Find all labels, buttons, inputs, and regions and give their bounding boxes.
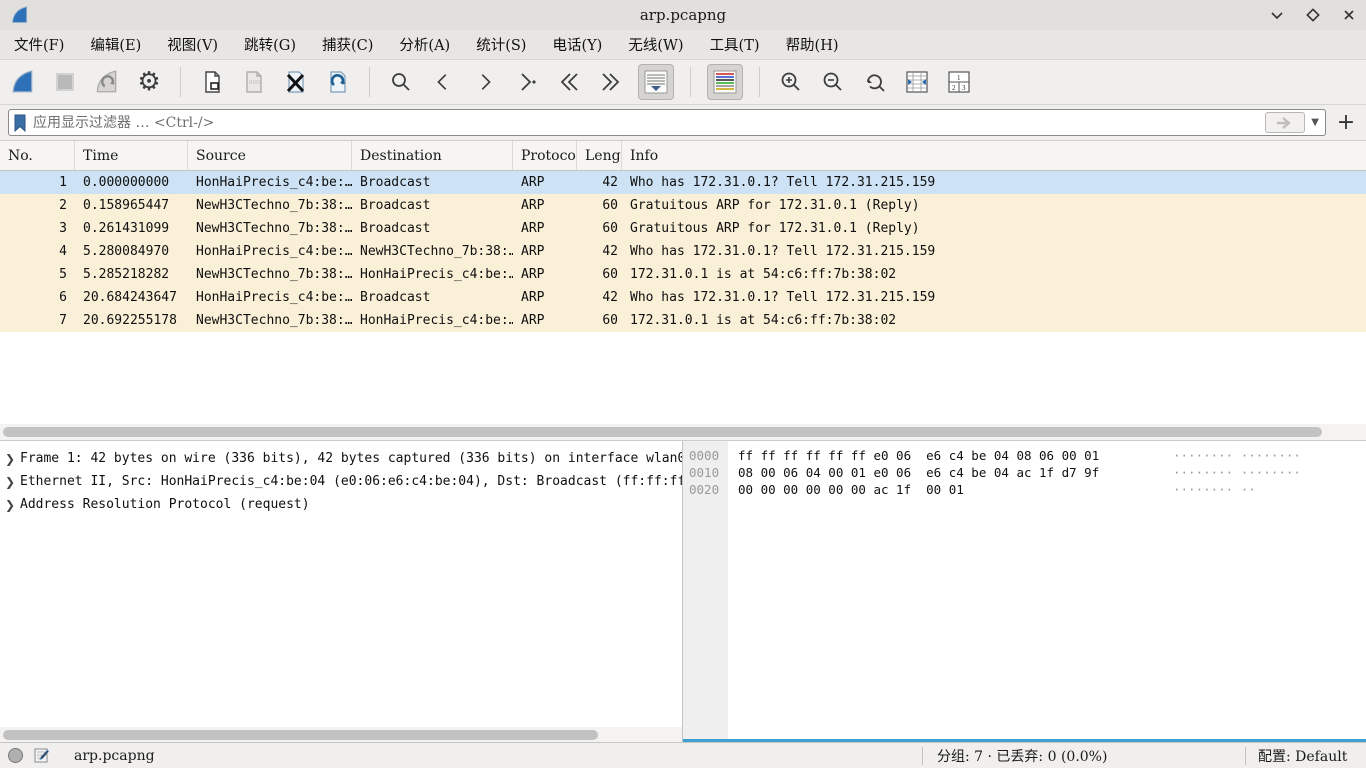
svg-text:0101: 0101 bbox=[249, 80, 261, 86]
column-header-no[interactable]: No. bbox=[0, 141, 75, 170]
title-bar: arp.pcapng bbox=[0, 0, 1366, 30]
expert-info-icon[interactable] bbox=[8, 748, 23, 763]
menu-capture[interactable]: 捕获(C) bbox=[322, 34, 373, 55]
packet-row[interactable]: 3 0.261431099 NewH3CTechno_7b:38:… Broad… bbox=[0, 217, 1366, 240]
resize-columns-icon[interactable] bbox=[902, 67, 932, 97]
window-title: arp.pcapng bbox=[0, 6, 1366, 24]
menu-bar: 文件(F) 编辑(E) 视图(V) 跳转(G) 捕获(C) 分析(A) 统计(S… bbox=[0, 30, 1366, 59]
packet-row[interactable]: 5 5.285218282 NewH3CTechno_7b:38:… HonHa… bbox=[0, 263, 1366, 286]
zoom-reset-icon[interactable] bbox=[860, 67, 890, 97]
hex-row[interactable]: 0020 00 00 00 00 00 00 ac 1f 00 01 ·····… bbox=[683, 481, 1366, 498]
wireshark-window: arp.pcapng 文件(F) 编辑(E) 视图(V) 跳转(G) 捕获(C)… bbox=[0, 0, 1366, 768]
column-header-destination[interactable]: Destination bbox=[352, 141, 513, 170]
svg-text:3: 3 bbox=[962, 84, 966, 92]
go-back-icon[interactable] bbox=[428, 67, 458, 97]
packet-list-pane: No. Time Source Destination Protocol Len… bbox=[0, 141, 1366, 440]
packet-row[interactable]: 6 20.684243647 HonHaiPrecis_c4:be:… Broa… bbox=[0, 286, 1366, 309]
go-forward-icon[interactable] bbox=[470, 67, 500, 97]
column-header-length[interactable]: Lengtl bbox=[577, 141, 622, 170]
svg-text:1: 1 bbox=[957, 74, 961, 82]
menu-edit[interactable]: 编辑(E) bbox=[90, 34, 141, 55]
capture-comment-icon[interactable] bbox=[33, 747, 50, 764]
colorize-toggle[interactable] bbox=[707, 64, 743, 100]
packet-list-header: No. Time Source Destination Protocol Len… bbox=[0, 141, 1366, 171]
start-capture-icon[interactable] bbox=[8, 67, 38, 97]
display-filter-input[interactable] bbox=[33, 115, 1259, 131]
toolbar-separator bbox=[759, 67, 760, 97]
scrollbar-thumb[interactable] bbox=[3, 427, 1322, 437]
packet-list-hscrollbar[interactable] bbox=[0, 424, 1366, 440]
column-header-info[interactable]: Info bbox=[622, 141, 1366, 170]
hex-row[interactable]: 0000 ff ff ff ff ff ff e0 06 e6 c4 be 04… bbox=[683, 447, 1366, 464]
find-packet-icon[interactable] bbox=[386, 67, 416, 97]
menu-statistics[interactable]: 统计(S) bbox=[476, 34, 526, 55]
packet-row[interactable]: 7 20.692255178 NewH3CTechno_7b:38:… HonH… bbox=[0, 309, 1366, 332]
expander-arrow-icon[interactable]: ❯ bbox=[0, 475, 20, 489]
column-header-protocol[interactable]: Protocol bbox=[513, 141, 577, 170]
auto-scroll-toggle[interactable] bbox=[638, 64, 674, 100]
menu-help[interactable]: 帮助(H) bbox=[786, 34, 839, 55]
stop-capture-icon[interactable] bbox=[50, 67, 80, 97]
detail-ethernet-line: Ethernet II, Src: HonHaiPrecis_c4:be:04 … bbox=[20, 474, 682, 489]
zoom-out-icon[interactable] bbox=[818, 67, 848, 97]
open-file-icon[interactable] bbox=[197, 67, 227, 97]
apply-filter-icon[interactable] bbox=[1265, 112, 1305, 133]
lower-panes: ❯ Frame 1: 42 bytes on wire (336 bits), … bbox=[0, 440, 1366, 742]
expander-arrow-icon[interactable]: ❯ bbox=[0, 452, 20, 466]
hex-pane-active-indicator bbox=[683, 739, 1366, 742]
packet-list-empty-area bbox=[0, 332, 1366, 424]
display-filter-field[interactable]: ▼ bbox=[8, 109, 1326, 136]
detail-tree-item[interactable]: ❯ Address Resolution Protocol (request) bbox=[0, 493, 682, 516]
save-file-icon[interactable]: 0101 bbox=[239, 67, 269, 97]
detail-tree-item[interactable]: ❯ Frame 1: 42 bytes on wire (336 bits), … bbox=[0, 447, 682, 470]
column-header-time[interactable]: Time bbox=[75, 141, 188, 170]
go-first-icon[interactable] bbox=[554, 67, 584, 97]
toolbar-separator bbox=[369, 67, 370, 97]
close-icon[interactable] bbox=[1342, 8, 1356, 22]
toolbar-separator bbox=[180, 67, 181, 97]
menu-view[interactable]: 视图(V) bbox=[167, 34, 218, 55]
zoom-in-icon[interactable] bbox=[776, 67, 806, 97]
main-toolbar: ⚙ 0101 bbox=[0, 59, 1366, 105]
toolbar-separator bbox=[690, 67, 691, 97]
go-to-packet-icon[interactable] bbox=[512, 67, 542, 97]
statusbar-filename[interactable]: arp.pcapng bbox=[74, 748, 155, 764]
layout-icon[interactable]: 123 bbox=[944, 67, 974, 97]
statusbar-packet-count: 分组: 7 · 已丢弃: 0 (0.0%) bbox=[923, 746, 1245, 766]
column-header-source[interactable]: Source bbox=[188, 141, 352, 170]
packet-row[interactable]: 4 5.280084970 HonHaiPrecis_c4:be:… NewH3… bbox=[0, 240, 1366, 263]
menu-tools[interactable]: 工具(T) bbox=[710, 34, 760, 55]
svg-text:2: 2 bbox=[952, 84, 956, 92]
detail-tree-item[interactable]: ❯ Ethernet II, Src: HonHaiPrecis_c4:be:0… bbox=[0, 470, 682, 493]
close-file-icon[interactable] bbox=[281, 67, 311, 97]
packet-detail-pane: ❯ Frame 1: 42 bytes on wire (336 bits), … bbox=[0, 441, 683, 742]
menu-wireless[interactable]: 无线(W) bbox=[628, 34, 683, 55]
packet-row[interactable]: 1 0.000000000 HonHaiPrecis_c4:be:… Broad… bbox=[0, 171, 1366, 194]
filter-dropdown-caret[interactable]: ▼ bbox=[1311, 117, 1319, 128]
menu-analyze[interactable]: 分析(A) bbox=[399, 34, 450, 55]
bookmark-icon[interactable] bbox=[13, 114, 27, 132]
restart-capture-icon[interactable] bbox=[92, 67, 122, 97]
detail-frame-line: Frame 1: 42 bytes on wire (336 bits), 42… bbox=[20, 451, 682, 466]
detail-hscrollbar[interactable] bbox=[0, 727, 682, 742]
expander-arrow-icon[interactable]: ❯ bbox=[0, 498, 20, 512]
menu-telephony[interactable]: 电话(Y) bbox=[552, 34, 602, 55]
capture-options-icon[interactable]: ⚙ bbox=[134, 67, 164, 97]
status-bar: arp.pcapng 分组: 7 · 已丢弃: 0 (0.0%) 配置: Def… bbox=[0, 742, 1366, 768]
hex-row[interactable]: 0010 08 00 06 04 00 01 e0 06 e6 c4 be 04… bbox=[683, 464, 1366, 481]
menu-file[interactable]: 文件(F) bbox=[14, 34, 64, 55]
packet-row[interactable]: 2 0.158965447 NewH3CTechno_7b:38:… Broad… bbox=[0, 194, 1366, 217]
go-last-icon[interactable] bbox=[596, 67, 626, 97]
scrollbar-thumb[interactable] bbox=[3, 730, 598, 740]
hex-dump-pane: 0000 ff ff ff ff ff ff e0 06 e6 c4 be 04… bbox=[683, 441, 1366, 742]
maximize-icon[interactable] bbox=[1306, 8, 1320, 22]
detail-arp-line: Address Resolution Protocol (request) bbox=[20, 497, 310, 512]
reload-file-icon[interactable] bbox=[323, 67, 353, 97]
statusbar-profile[interactable]: 配置: Default bbox=[1246, 746, 1366, 766]
minimize-icon[interactable] bbox=[1270, 8, 1284, 22]
menu-go[interactable]: 跳转(G) bbox=[244, 34, 296, 55]
add-filter-button-icon[interactable]: + bbox=[1334, 110, 1358, 135]
filter-bar: ▼ + bbox=[0, 105, 1366, 141]
